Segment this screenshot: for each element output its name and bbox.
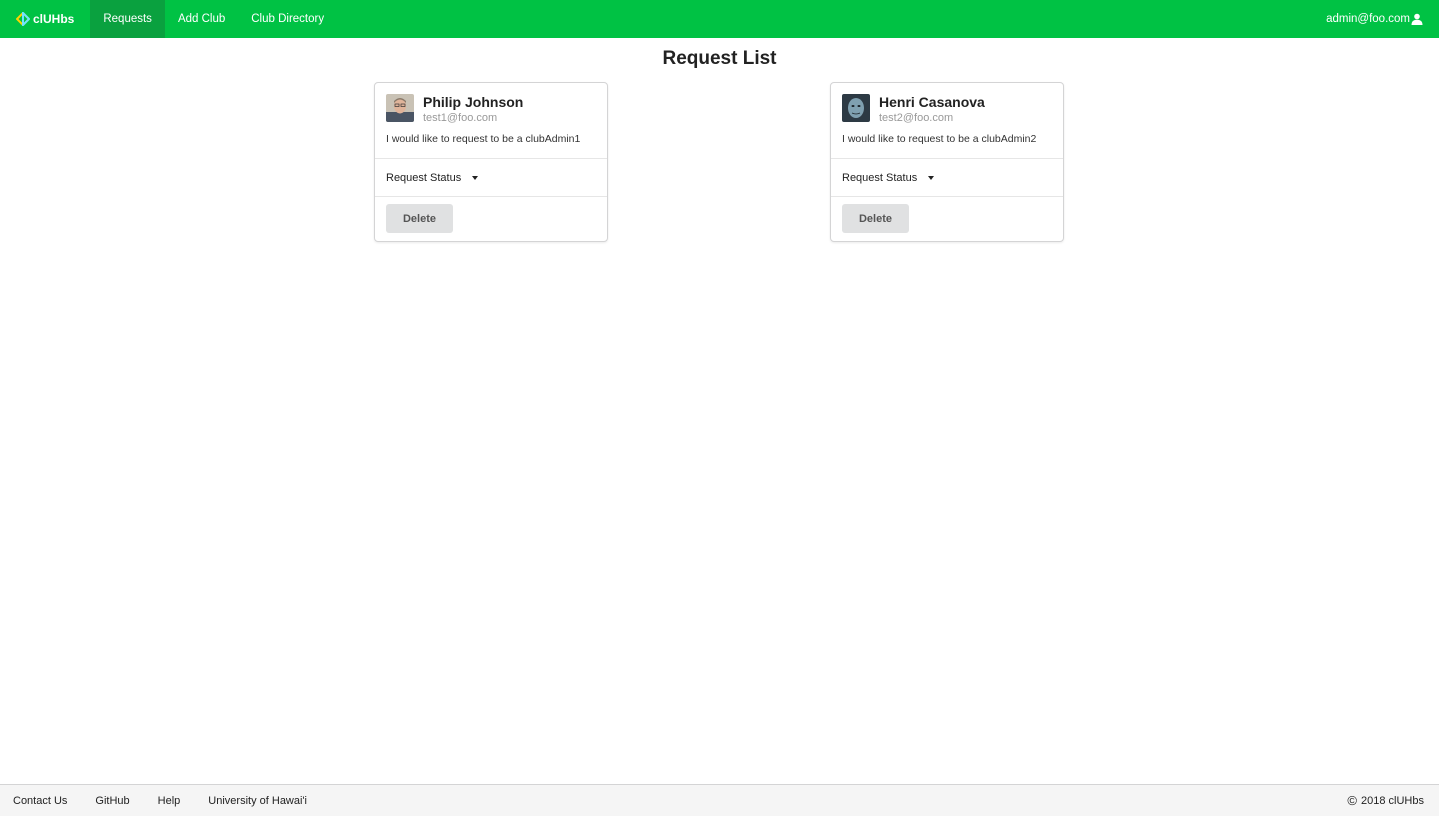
footer-link-github[interactable]: GitHub xyxy=(81,795,143,807)
user-menu[interactable]: admin@foo.com xyxy=(1326,13,1439,25)
card-actions: Delete xyxy=(831,197,1063,240)
footer: Contact Us GitHub Help University of Haw… xyxy=(0,784,1439,816)
footer-link-contact-us[interactable]: Contact Us xyxy=(0,795,81,807)
footer-link-help[interactable]: Help xyxy=(144,795,195,807)
delete-button[interactable]: Delete xyxy=(842,204,909,233)
card-header: Philip Johnson test1@foo.com xyxy=(375,83,607,124)
request-card: Philip Johnson test1@foo.com I would lik… xyxy=(374,82,608,242)
nav-item-label: Add Club xyxy=(177,13,226,25)
requester-name: Henri Casanova xyxy=(879,94,985,110)
nav-item-club-directory[interactable]: Club Directory xyxy=(238,0,337,38)
brand-name: clUHbs xyxy=(33,12,75,26)
nav-item-requests[interactable]: Requests xyxy=(90,0,165,38)
nav-item-label: Requests xyxy=(103,13,152,25)
requester-email: test1@foo.com xyxy=(423,112,498,124)
request-status-label: Request Status xyxy=(842,171,918,184)
delete-button[interactable]: Delete xyxy=(386,204,453,233)
requester-name: Philip Johnson xyxy=(423,94,524,110)
nav-item-label: Club Directory xyxy=(251,13,325,25)
footer-link-university[interactable]: University of Hawai'i xyxy=(194,795,321,807)
user-email: admin@foo.com xyxy=(1326,13,1410,25)
request-status-dropdown[interactable]: Request Status xyxy=(831,159,1063,196)
copyright-icon: © xyxy=(1347,793,1358,808)
avatar xyxy=(386,94,414,122)
brand-link[interactable]: clUHbs xyxy=(0,0,90,38)
copyright: © 2018 clUHbs xyxy=(1347,793,1439,808)
caret-down-icon xyxy=(928,175,935,180)
request-description: I would like to request to be a clubAdmi… xyxy=(386,133,581,145)
page-title: Request List xyxy=(662,48,777,69)
diamond-logo-icon xyxy=(16,12,30,26)
request-description: I would like to request to be a clubAdmi… xyxy=(842,133,1037,145)
avatar xyxy=(842,94,870,122)
request-status-dropdown[interactable]: Request Status xyxy=(375,159,607,196)
caret-down-icon xyxy=(472,175,479,180)
card-header: Henri Casanova test2@foo.com xyxy=(831,83,1063,124)
copyright-text: 2018 clUHbs xyxy=(1361,794,1424,807)
requester-email: test2@foo.com xyxy=(879,112,954,124)
card-actions: Delete xyxy=(375,197,607,240)
nav-item-add-club[interactable]: Add Club xyxy=(165,0,238,38)
user-icon xyxy=(1411,13,1423,25)
request-card: Henri Casanova test2@foo.com I would lik… xyxy=(830,82,1064,242)
top-navbar: clUHbs Requests Add Club Club Directory … xyxy=(0,0,1439,38)
request-status-label: Request Status xyxy=(386,171,462,184)
